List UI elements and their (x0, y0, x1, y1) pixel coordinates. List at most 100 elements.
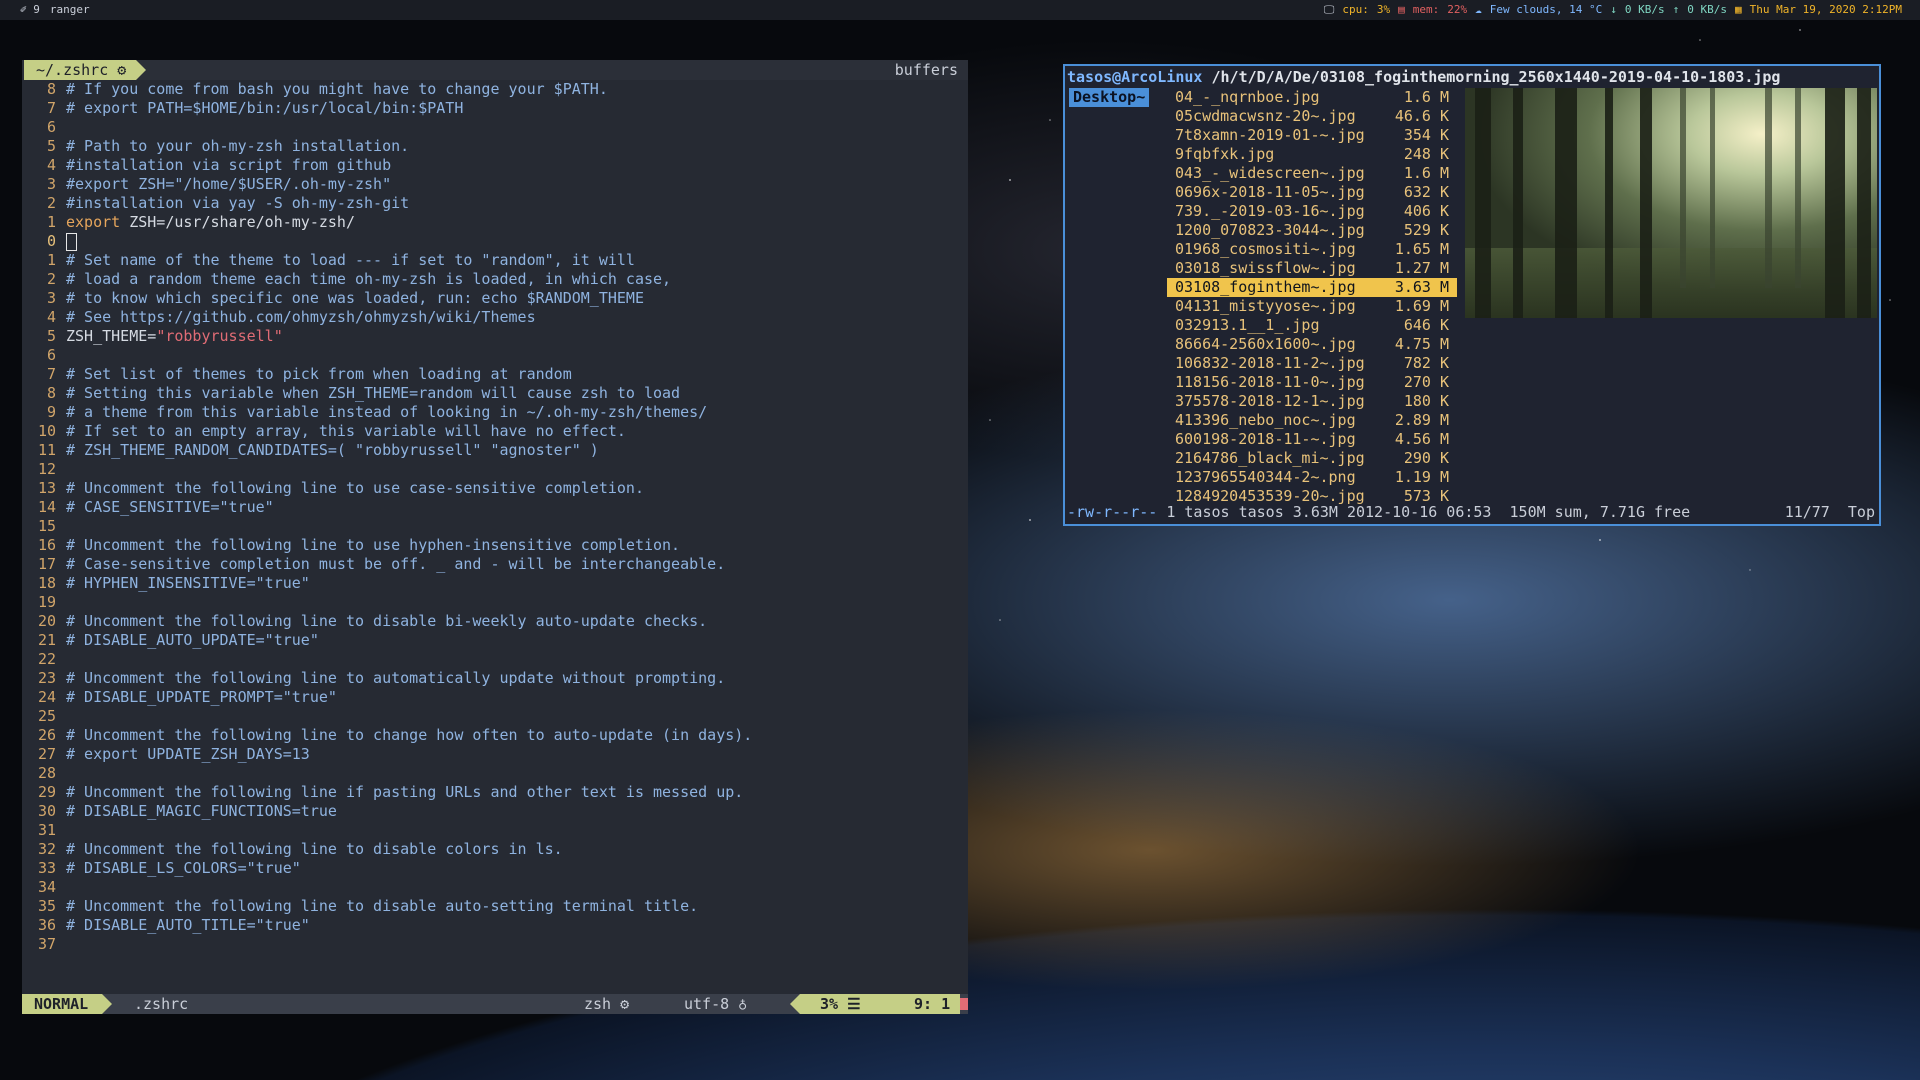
file-name: 043_-_widescreen~.jpg (1175, 164, 1365, 182)
ranger-file-item[interactable]: 1200_070823-3044~.jpg 529 K (1167, 221, 1457, 240)
code-line[interactable]: 21 # DISABLE_AUTO_UPDATE="true" (22, 631, 319, 650)
code-line[interactable]: 34 (22, 878, 66, 897)
code-line[interactable]: 10 # If set to an empty array, this varia… (22, 422, 626, 441)
code-line[interactable]: 1 export ZSH=/usr/share/oh-my-zsh/ (22, 213, 355, 232)
ranger-file-item[interactable]: 04131_mistyyose~.jpg 1.69 M (1167, 297, 1457, 316)
vim-text-area[interactable]: 8 # If you come from bash you might have … (22, 80, 968, 1016)
ranger-file-item[interactable]: 375578-2018-12-1~.jpg 180 K (1167, 392, 1457, 411)
code-line[interactable]: 23 # Uncomment the following line to auto… (22, 669, 725, 688)
file-size: 1.65 M (1394, 240, 1449, 258)
workspace-indicator[interactable]: ✐ 9 (20, 0, 40, 20)
code-line[interactable]: 33 # DISABLE_LS_COLORS="true" (22, 859, 301, 878)
code-line[interactable]: 12 (22, 460, 66, 479)
code-line[interactable]: 31 (22, 821, 66, 840)
code-line[interactable]: 36 # DISABLE_AUTO_TITLE="true" (22, 916, 310, 935)
code-line[interactable]: 11 # ZSH_THEME_RANDOM_CANDIDATES=( "robby… (22, 441, 599, 460)
vim-editor-window[interactable]: ~/.zshrc ⚙ buffers 8 # If you come from b… (22, 60, 968, 1014)
ranger-file-item[interactable]: 01968_cosmositi~.jpg 1.65 M (1167, 240, 1457, 259)
ranger-file-item[interactable]: 043_-_widescreen~.jpg 1.6 M (1167, 164, 1457, 183)
code-line[interactable]: 24 # DISABLE_UPDATE_PROMPT="true" (22, 688, 337, 707)
vim-tab-zshrc[interactable]: ~/.zshrc ⚙ (24, 60, 147, 80)
code-line[interactable]: 9 # a theme from this variable instead of… (22, 403, 707, 422)
line-number: 36 (37, 916, 56, 934)
code-line[interactable]: 5 # Path to your oh-my-zsh installation. (22, 137, 409, 156)
line-number: 0 (46, 232, 56, 250)
ranger-file-item[interactable]: 1237965540344-2~.png 1.19 M (1167, 468, 1457, 487)
code-line[interactable]: 29 # Uncomment the following line if past… (22, 783, 743, 802)
code-line[interactable]: 6 (22, 346, 66, 365)
ranger-file-list[interactable]: 04_-_nqrnboe.jpg 1.6 M 05cwdmacwsnz-20~.jp… (1167, 88, 1457, 506)
code-line[interactable]: 6 (22, 118, 66, 137)
code-line[interactable]: 13 # Uncomment the following line to use … (22, 479, 644, 498)
code-line[interactable]: 37 (22, 935, 66, 954)
file-size: 354 K (1403, 126, 1449, 144)
ranger-window[interactable]: tasos@ArcoLinux /h/t/D/A/De/03108_fogint… (1063, 64, 1881, 526)
ranger-file-item[interactable]: 03018_swissflow~.jpg 1.27 M (1167, 259, 1457, 278)
ranger-file-item[interactable]: 7t8xamn-2019-01-~.jpg 354 K (1167, 126, 1457, 145)
file-name: 9fqbfxk.jpg (1175, 145, 1275, 163)
code-line[interactable]: 4 # See https://github.com/ohmyzsh/ohmyzs… (22, 308, 536, 327)
code-token: # If set to an empty array, this variabl… (66, 422, 626, 440)
code-line[interactable]: 26 # Uncomment the following line to chan… (22, 726, 752, 745)
code-line[interactable]: 7 # Set list of themes to pick from when … (22, 365, 572, 384)
weather-text: Few clouds, 14 °C (1489, 3, 1603, 16)
vim-percent: 3% ☰ (820, 995, 861, 1013)
ranger-file-item[interactable]: 739._-2019-03-16~.jpg 406 K (1167, 202, 1457, 221)
code-line[interactable]: 20 # Uncomment the following line to disa… (22, 612, 707, 631)
code-line[interactable]: 32 # Uncomment the following line to disa… (22, 840, 563, 859)
code-line[interactable]: 2 # load a random theme each time oh-my-z… (22, 270, 671, 289)
ranger-file-item[interactable]: 2164786_black_mi~.jpg 290 K (1167, 449, 1457, 468)
line-number: 11 (37, 441, 56, 459)
line-number: 27 (37, 745, 56, 763)
file-name: 1200_070823-3044~.jpg (1175, 221, 1365, 239)
code-line[interactable]: 8 # If you come from bash you might have … (22, 80, 608, 99)
code-line[interactable]: 18 # HYPHEN_INSENSITIVE="true" (22, 574, 310, 593)
ranger-file-item[interactable]: 600198-2018-11-~.jpg 4.56 M (1167, 430, 1457, 449)
code-line[interactable]: 1 # Set name of the theme to load --- if … (22, 251, 635, 270)
clock-datetime[interactable]: Thu Mar 19, 2020 2:12PM (1750, 0, 1902, 20)
code-line[interactable]: 0 (22, 232, 77, 251)
code-line[interactable]: 3 #export ZSH="/home/$USER/.oh-my-zsh" (22, 175, 391, 194)
file-name: 375578-2018-12-1~.jpg (1175, 392, 1365, 410)
code-line[interactable]: 5 ZSH_THEME="robbyrussell" (22, 327, 283, 346)
code-line[interactable]: 25 (22, 707, 66, 726)
ranger-file-item[interactable]: 106832-2018-11-2~.jpg 782 K (1167, 354, 1457, 373)
code-line[interactable]: 27 # export UPDATE_ZSH_DAYS=13 (22, 745, 310, 764)
code-line[interactable]: 30 # DISABLE_MAGIC_FUNCTIONS=true (22, 802, 337, 821)
ranger-parent-dir[interactable]: Desktop~ (1069, 88, 1150, 107)
code-line[interactable]: 15 (22, 517, 66, 536)
code-line[interactable]: 2 #installation via yay -S oh-my-zsh-git (22, 194, 409, 213)
code-token: # DISABLE_UPDATE_PROMPT="true" (66, 688, 337, 706)
code-line[interactable]: 3 # to know which specific one was loaded… (22, 289, 644, 308)
ranger-file-item[interactable]: 032913.1__1_.jpg 646 K (1167, 316, 1457, 335)
file-name: 739._-2019-03-16~.jpg (1175, 202, 1365, 220)
ranger-file-item[interactable]: 413396_nebo_noc~.jpg 2.89 M (1167, 411, 1457, 430)
ranger-file-item[interactable]: 05cwdmacwsnz-20~.jpg 46.6 K (1167, 107, 1457, 126)
vim-status-end-marker (960, 998, 968, 1010)
code-line[interactable]: 22 (22, 650, 66, 669)
code-line[interactable]: 19 (22, 593, 66, 612)
code-line[interactable]: 16 # Uncomment the following line to use … (22, 536, 680, 555)
code-token: # Uncomment the following line to disabl… (66, 840, 563, 858)
file-name: 118156-2018-11-0~.jpg (1175, 373, 1365, 391)
ranger-file-item[interactable]: 86664-2560x1600~.jpg 4.75 M (1167, 335, 1457, 354)
ranger-file-info: 1 tasos tasos 3.63M 2012-10-16 06:53 (1157, 503, 1492, 521)
ranger-file-item[interactable]: 04_-_nqrnboe.jpg 1.6 M (1167, 88, 1457, 107)
code-line[interactable]: 14 # CASE_SENSITIVE="true" (22, 498, 274, 517)
code-line[interactable]: 7 # export PATH=$HOME/bin:/usr/local/bin:… (22, 99, 463, 118)
file-size: 2.89 M (1394, 411, 1449, 429)
ranger-file-item[interactable]: 9fqbfxk.jpg 248 K (1167, 145, 1457, 164)
ranger-file-selected[interactable]: 03108_foginthem~.jpg 3.63 M (1167, 278, 1457, 297)
code-token: # Set list of themes to pick from when l… (66, 365, 572, 383)
calendar-icon: ▦ (1735, 3, 1742, 16)
cpu-label: cpu: (1342, 3, 1369, 16)
code-line[interactable]: 17 # Case-sensitive completion must be of… (22, 555, 725, 574)
code-line[interactable]: 4 #installation via script from github (22, 156, 391, 175)
ranger-file-item[interactable]: 0696x-2018-11-05~.jpg 632 K (1167, 183, 1457, 202)
ranger-file-item[interactable]: 118156-2018-11-0~.jpg 270 K (1167, 373, 1457, 392)
code-line[interactable]: 35 # Uncomment the following line to disa… (22, 897, 698, 916)
code-token: # ZSH_THEME_RANDOM_CANDIDATES=( "robbyru… (66, 441, 599, 459)
code-line[interactable]: 8 # Setting this variable when ZSH_THEME=… (22, 384, 680, 403)
file-name: 1237965540344-2~.png (1175, 468, 1356, 486)
code-line[interactable]: 28 (22, 764, 66, 783)
